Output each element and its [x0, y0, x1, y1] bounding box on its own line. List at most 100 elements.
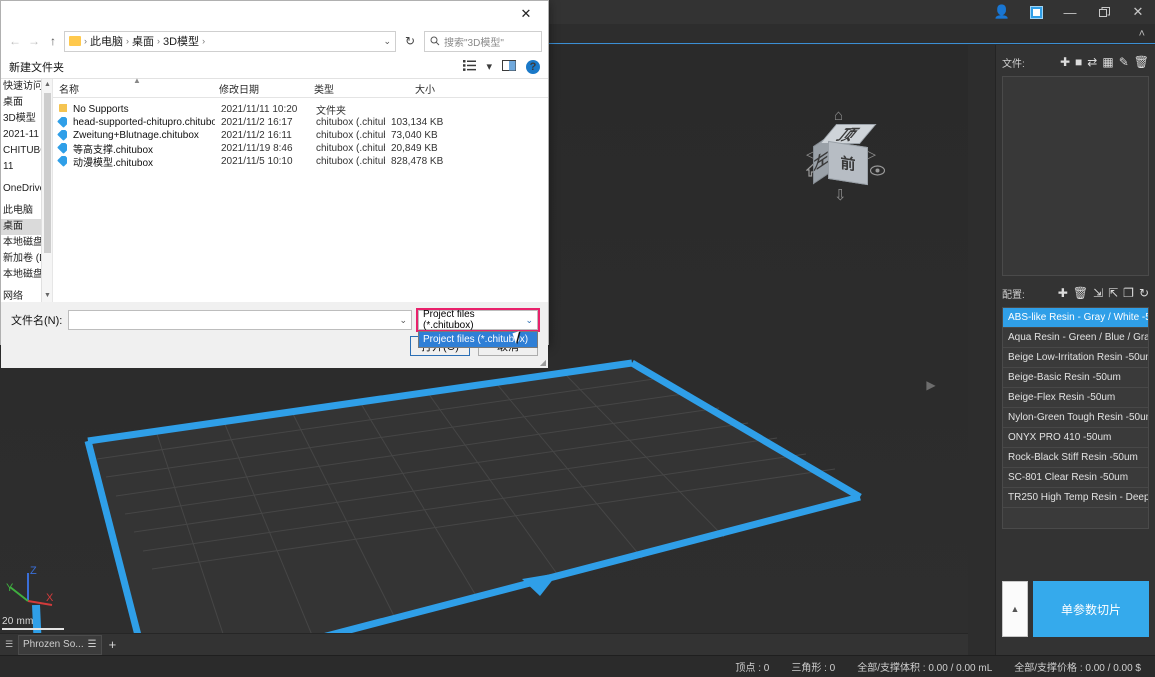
chevron-down-icon[interactable]: ⌄: [399, 315, 407, 326]
table-row[interactable]: head-supported-chitupro.chitubox 2021/11…: [53, 116, 548, 129]
import-config-icon[interactable]: ⇲: [1093, 287, 1103, 299]
file-size: 828,478 KB: [391, 156, 443, 167]
svg-text:X: X: [46, 592, 54, 604]
refresh-config-icon[interactable]: ↻: [1139, 287, 1149, 299]
close-button[interactable]: ✕: [1121, 0, 1155, 24]
add-config-icon[interactable]: ✚: [1058, 287, 1068, 299]
edit-icon[interactable]: ✎: [1119, 56, 1129, 68]
list-item[interactable]: Aqua Resin - Green / Blue / Gray-4k / …: [1003, 328, 1148, 348]
open-file-dialog[interactable]: ✕ ← → ↑ › 此电脑 › 桌面 › 3D模型 › ⌄ ↻ 搜索"3D模型": [0, 0, 549, 368]
slice-button[interactable]: 单参数切片: [1033, 581, 1149, 637]
dialog-close-button[interactable]: ✕: [506, 2, 546, 26]
list-item[interactable]: SC-801 Clear Resin -50um: [1003, 468, 1148, 488]
breadcrumb[interactable]: › 此电脑 › 桌面 › 3D模型 › ⌄: [64, 30, 396, 52]
right-panel: 文件: ✚ ■ ⇄ ▦ ✎ 🗑 配置: ✚ 🗑 ⇲ ⇱ ❐ ↻ ABS-like…: [995, 45, 1155, 655]
svg-text:Z: Z: [30, 565, 37, 577]
nav-forward-button[interactable]: →: [26, 34, 42, 48]
tabstrip-left-pin-icon[interactable]: ☰: [0, 639, 18, 650]
status-triangles: 三角形 : 0: [791, 663, 836, 674]
color-icon[interactable]: ▦: [1102, 56, 1113, 68]
app-icon[interactable]: [1019, 0, 1053, 24]
navigation-cube-cluster[interactable]: ⌂ ⇩ ◁ ▷ 左 顶 前: [790, 103, 890, 203]
nav-back-button[interactable]: ←: [7, 34, 23, 48]
chevron-down-icon[interactable]: ⌄: [525, 315, 533, 326]
breadcrumb-item-0[interactable]: 此电脑: [90, 33, 123, 49]
navcube-arrow-up[interactable]: ⌂: [834, 108, 843, 123]
add-printer-tab-button[interactable]: +: [102, 637, 124, 652]
list-item[interactable]: ONYX PRO 410 -50um: [1003, 428, 1148, 448]
navcube-face-front[interactable]: 前: [828, 140, 868, 186]
table-row[interactable]: No Supports 2021/11/11 10:20 文件夹: [53, 103, 548, 117]
viewport-expander-arrow[interactable]: ▶: [924, 355, 938, 415]
column-header-type[interactable]: 类型: [308, 81, 383, 96]
slice-options-button[interactable]: ▲: [1002, 581, 1028, 637]
file-type: chitubox (.chitub…: [316, 130, 385, 141]
file-type-filter-select[interactable]: Project files (*.chitubox) ⌄: [416, 308, 540, 332]
menubar-collapse-caret[interactable]: ˄: [1139, 28, 1145, 40]
column-header-date[interactable]: 修改日期: [213, 81, 308, 96]
list-view-icon[interactable]: [463, 59, 477, 74]
file-size: 103,134 KB: [391, 117, 443, 128]
tab-pin-icon[interactable]: ☰: [88, 639, 97, 650]
list-item[interactable]: TR250 High Temp Resin - Deep Gray -5…: [1003, 488, 1148, 508]
printer-tabstrip: ☰ Phrozen So... ☰ +: [0, 633, 968, 655]
copy-config-icon[interactable]: ❐: [1123, 287, 1134, 299]
tab-label: Phrozen So...: [23, 639, 84, 650]
export-config-icon[interactable]: ⇱: [1108, 287, 1118, 299]
filename-input[interactable]: ⌄: [68, 310, 412, 330]
breadcrumb-item-1[interactable]: 桌面: [132, 33, 154, 49]
file-date: 2021/11/2 16:11: [221, 130, 292, 141]
folder-icon: [59, 104, 67, 112]
account-icon[interactable]: 👤: [985, 0, 1019, 24]
navigation-cube[interactable]: 左 顶 前: [813, 124, 878, 186]
search-input[interactable]: 搜索"3D模型": [424, 30, 542, 52]
list-item[interactable]: Beige Low-Irritation Resin -50um: [1003, 348, 1148, 368]
chitubox-icon: [57, 142, 67, 154]
file-list[interactable]: ▲ 名称 修改日期 类型 大小 No Supports 2021/11/11 10…: [53, 76, 548, 302]
delete-icon[interactable]: 🗑: [1134, 56, 1149, 68]
tab-printer-phrozen[interactable]: Phrozen So... ☰: [18, 634, 102, 655]
minimize-button[interactable]: —: [1053, 0, 1087, 24]
dialog-navigation-bar: ← → ↑ › 此电脑 › 桌面 › 3D模型 › ⌄ ↻ 搜索"3D模型": [1, 27, 548, 55]
resin-profile-list[interactable]: ABS-like Resin - Gray / White -50um Aqua…: [1002, 307, 1149, 529]
chitubox-icon: [57, 129, 67, 141]
resize-grip-icon[interactable]: ◢: [540, 358, 546, 367]
table-row[interactable]: 动漫模型.chitubox 2021/11/5 10:10 chitubox (…: [53, 155, 548, 169]
config-panel-header: 配置: ✚ 🗑 ⇲ ⇱ ❐ ↻: [1002, 282, 1149, 304]
svg-text:Y: Y: [6, 582, 14, 594]
model-file-list[interactable]: [1002, 76, 1149, 276]
add-model-icon[interactable]: ✚: [1060, 56, 1070, 68]
new-folder-button[interactable]: 新建文件夹: [9, 59, 64, 75]
file-type: chitubox (.chitub…: [316, 143, 385, 154]
list-item[interactable]: ABS-like Resin - Gray / White -50um: [1003, 308, 1148, 328]
swap-icon[interactable]: ⇄: [1087, 56, 1097, 68]
column-header-size[interactable]: 大小: [383, 81, 441, 96]
file-size: 73,040 KB: [391, 130, 438, 141]
list-item[interactable]: Nylon-Green Tough Resin -50um: [1003, 408, 1148, 428]
column-header-name[interactable]: ▲ 名称: [53, 76, 213, 96]
breadcrumb-separator: ›: [126, 36, 129, 46]
refresh-button[interactable]: ↻: [399, 34, 421, 48]
maximize-button[interactable]: [1087, 0, 1121, 24]
scroll-up-icon[interactable]: ▲: [42, 79, 52, 91]
breadcrumb-item-2[interactable]: 3D模型: [163, 33, 199, 49]
sidebar-scrollbar[interactable]: ▲ ▼: [41, 79, 52, 302]
list-item[interactable]: Beige-Basic Resin -50um: [1003, 368, 1148, 388]
view-options-caret[interactable]: ▾: [486, 60, 492, 73]
delete-config-icon[interactable]: 🗑: [1073, 287, 1088, 299]
list-item[interactable]: Beige-Flex Resin -50um: [1003, 388, 1148, 408]
square-icon[interactable]: ■: [1075, 56, 1082, 68]
breadcrumb-separator: ›: [202, 36, 206, 46]
axis-indicator: Z X Y: [6, 565, 54, 606]
scrollbar-thumb[interactable]: [44, 93, 51, 253]
scroll-down-icon[interactable]: ▼: [42, 290, 52, 302]
help-icon[interactable]: ?: [526, 59, 540, 74]
navcube-arrow-down[interactable]: ⇩: [834, 188, 847, 203]
list-item[interactable]: Rock-Black Stiff Resin -50um: [1003, 448, 1148, 468]
dialog-sidebar[interactable]: 快速访问 ✶桌面 3D模型 2021-11 CHITUBOX 11 OneDri…: [1, 79, 53, 302]
filename-label: 文件名(N):: [11, 315, 63, 327]
chevron-down-icon[interactable]: ⌄: [383, 36, 391, 47]
nav-up-button[interactable]: ↑: [45, 34, 61, 48]
preview-pane-icon[interactable]: [502, 59, 516, 74]
chitubox-icon: [57, 155, 67, 167]
